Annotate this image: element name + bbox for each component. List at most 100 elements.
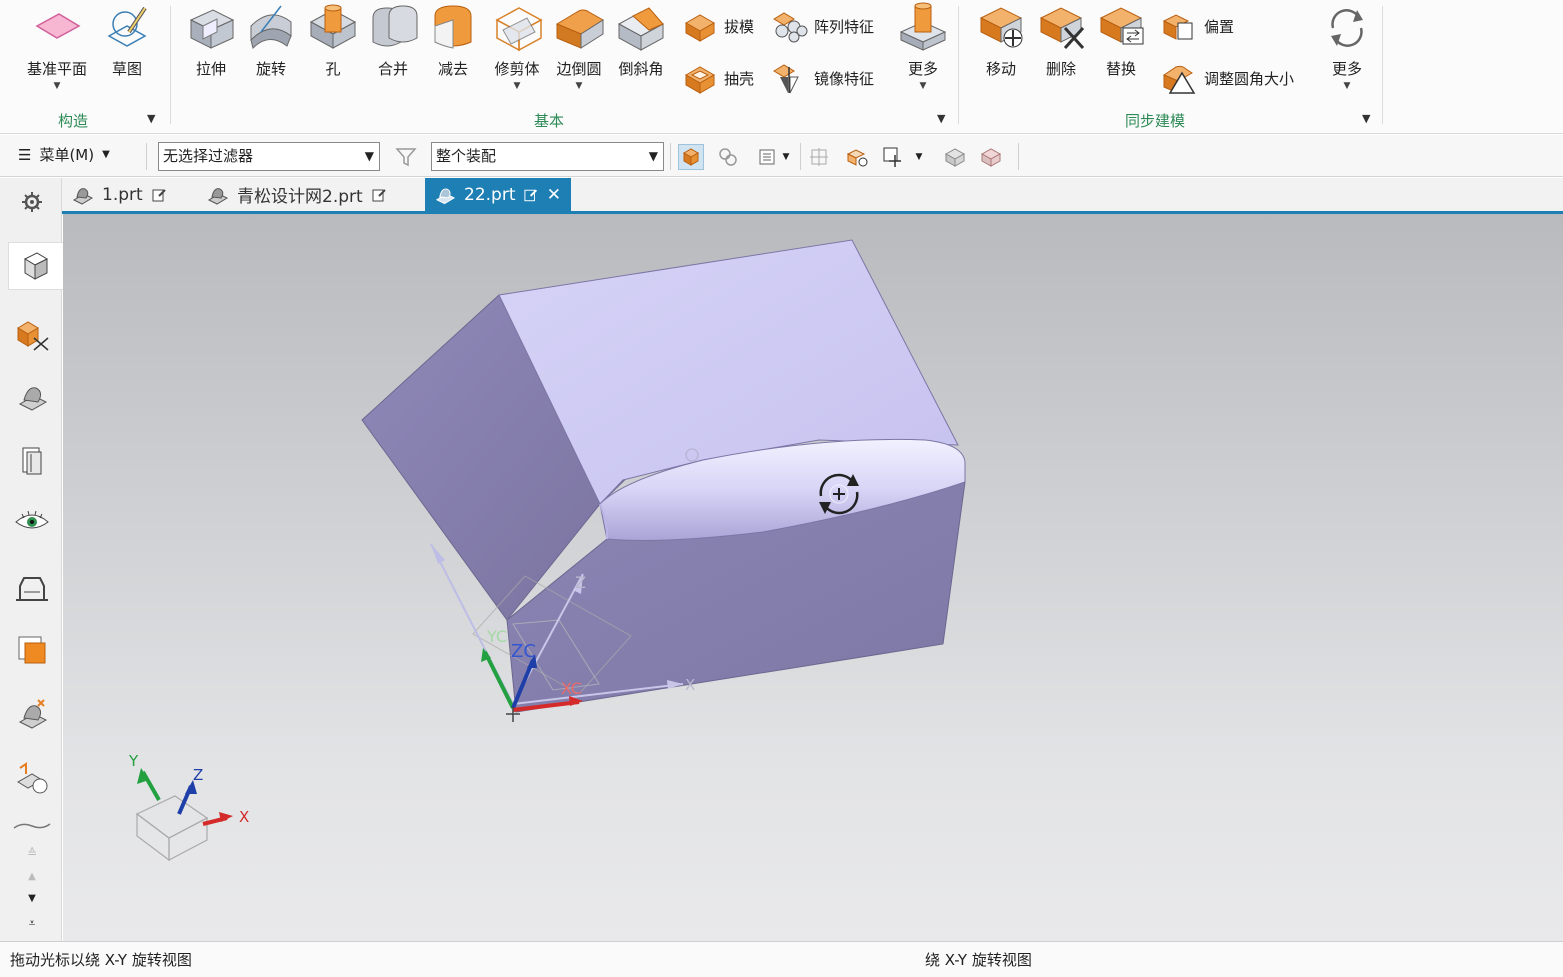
unite-icon (372, 5, 418, 47)
sketch-icon (107, 6, 147, 47)
scroll-up-icon[interactable]: ≙ (10, 842, 54, 864)
subtract-label: 减去 (437, 60, 468, 78)
datum-plane-button[interactable]: 基准平面 ▼ (26, 2, 88, 102)
chevron-down-icon: ▼ (648, 149, 658, 163)
more-sync-button[interactable]: 更多 ▼ (1316, 2, 1378, 102)
chevron-down-icon[interactable]: ▼ (10, 888, 54, 908)
refresh-icon (1331, 9, 1363, 47)
subtract-button[interactable]: 减去 (422, 2, 484, 102)
visibility-eye-icon[interactable] (10, 498, 54, 546)
chevron-down-icon[interactable]: ▼ (892, 81, 954, 91)
close-tab-icon[interactable]: ✕ (547, 185, 561, 205)
pattern-feature-label: 阵列特征 (814, 17, 875, 36)
chevron-down-icon[interactable]: ▼ (1316, 81, 1378, 91)
edge-blend-button[interactable]: 边倒圆 ▼ (548, 2, 610, 102)
part-file-icon (207, 187, 229, 205)
csys-zc-label: ZC (511, 641, 536, 662)
move-face-button[interactable]: 移动 (970, 2, 1032, 102)
menu-button[interactable]: ☰ 菜单(M) ▼ (18, 144, 110, 165)
draft-button[interactable]: 拔模 (682, 6, 754, 46)
unite-label: 合并 (377, 60, 408, 78)
process-studio-icon[interactable] (10, 690, 54, 738)
chevron-down-icon: ▼ (102, 149, 110, 160)
assembly-navigator-icon[interactable] (10, 310, 54, 358)
chevron-down-icon[interactable]: ▼ (780, 144, 792, 170)
filter-icon[interactable] (393, 144, 419, 170)
group-expand-icon[interactable]: ▼ (1362, 112, 1370, 125)
scope-dropdown[interactable]: 整个装配 ▼ (431, 142, 664, 171)
history-icon[interactable] (10, 626, 54, 674)
subtract-icon (434, 5, 472, 49)
web-browser-icon[interactable] (10, 754, 54, 802)
status-message: 绕 X-Y 旋转视图 (925, 951, 1032, 969)
mirror-feature-label: 镜像特征 (814, 69, 875, 88)
edit-file-icon (152, 188, 166, 201)
selection-filter-dropdown[interactable]: 无选择过滤器 ▼ (158, 142, 380, 171)
tab-22-prt[interactable]: 22.prt ✕ (425, 178, 571, 211)
mirror-feature-button[interactable]: 镜像特征 (770, 58, 874, 98)
pattern-feature-button[interactable]: 阵列特征 (770, 6, 874, 46)
hole-button[interactable]: 孔 (302, 2, 364, 102)
point-on-face-icon[interactable] (880, 144, 906, 170)
replace-face-icon (1099, 7, 1144, 45)
shell-icon (684, 66, 716, 94)
more-basic-label: 更多 (907, 60, 938, 78)
offset-region-button[interactable]: 偏置 (1160, 6, 1234, 46)
group-expand-icon[interactable]: ▼ (147, 112, 155, 125)
solid-body[interactable] (361, 239, 966, 713)
status-bar: 拖动光标以绕 X-Y 旋转视图 绕 X-Y 旋转视图 (0, 941, 1563, 977)
chamfer-label: 倒斜角 (618, 60, 664, 78)
sketch-button[interactable]: 草图 (96, 2, 158, 102)
edge-blend-label: 边倒圆 (556, 60, 602, 78)
chamfer-button[interactable]: 倒斜角 (610, 2, 672, 102)
revolve-button[interactable]: 旋转 (240, 2, 302, 102)
hole-label: 孔 (325, 60, 341, 78)
revolve-label: 旋转 (255, 60, 286, 78)
chevron-down-icon[interactable]: ▼ (486, 81, 548, 91)
tab-1-prt[interactable]: 1.prt (62, 178, 177, 211)
reuse-library-icon[interactable] (10, 436, 54, 484)
part-navigator-icon[interactable] (8, 242, 63, 290)
roles-icon[interactable] (10, 564, 54, 612)
chevron-up-icon[interactable]: ▲ (10, 866, 54, 886)
snap-point-icon[interactable] (806, 144, 832, 170)
triad-z-label: Z (193, 766, 203, 784)
chevron-down-icon[interactable]: ▼ (912, 144, 926, 170)
trim-body-button[interactable]: 修剪体 ▼ (486, 2, 548, 102)
delete-face-button[interactable]: 删除 (1030, 2, 1092, 102)
tab-label: 青松设计网2.prt (237, 187, 363, 207)
scroll-bottom-icon[interactable]: ⩡ (10, 912, 54, 934)
show-snap-icon[interactable] (844, 144, 870, 170)
chevron-down-icon[interactable]: ▼ (548, 81, 610, 91)
more-basic-button[interactable]: 更多 ▼ (892, 2, 954, 102)
shell-button[interactable]: 抽壳 (682, 58, 754, 98)
datum-plane-label: 基准平面 (26, 60, 87, 78)
extrude-button[interactable]: 拉伸 (180, 2, 242, 102)
selection-toolbar: ☰ 菜单(M) ▼ 无选择过滤器 ▼ 整个装配 ▼ ▼ ▼ (0, 135, 1563, 177)
wireframe-body-icon[interactable] (942, 144, 968, 170)
link-icon[interactable] (715, 144, 741, 170)
group-expand-icon[interactable]: ▼ (937, 112, 945, 125)
offset-region-label: 偏置 (1204, 17, 1235, 36)
extrude-label: 拉伸 (195, 60, 226, 78)
graphics-viewport[interactable]: Z X YC ZC XC Y Z X (63, 214, 1563, 941)
unite-button[interactable]: 合并 (362, 2, 424, 102)
draft-label: 拔模 (724, 17, 755, 36)
model-scene: Z X YC ZC XC Y Z X (128, 239, 966, 862)
select-feature-icon[interactable] (678, 144, 704, 170)
trim-body-label: 修剪体 (494, 60, 540, 78)
csys-x-label: X (685, 676, 695, 694)
edit-file-icon (372, 188, 386, 201)
replace-face-button[interactable]: 替换 (1090, 2, 1152, 102)
settings-gear-icon[interactable] (10, 178, 54, 226)
constraint-navigator-icon[interactable] (10, 374, 54, 422)
resource-bar: ≙ ▲ ▼ ⩡ (0, 178, 63, 941)
scope-value: 整个装配 (436, 147, 497, 165)
ribbon-group-construct: 基准平面 ▼ 草图 构造 ▼ (0, 0, 168, 134)
nx-cad-window: 基准平面 ▼ 草图 构造 ▼ 拉伸 旋转 孔 合并 减去 修剪体 ▼ 边倒圆 ▼… (0, 0, 1563, 977)
tab-qingsong-prt[interactable]: 青松设计网2.prt (197, 178, 397, 211)
select-filter-list-icon[interactable] (754, 144, 780, 170)
shaded-body-icon[interactable] (978, 144, 1004, 170)
chevron-down-icon[interactable]: ▼ (26, 81, 88, 91)
resize-blend-button[interactable]: 调整圆角大小 (1160, 58, 1294, 98)
